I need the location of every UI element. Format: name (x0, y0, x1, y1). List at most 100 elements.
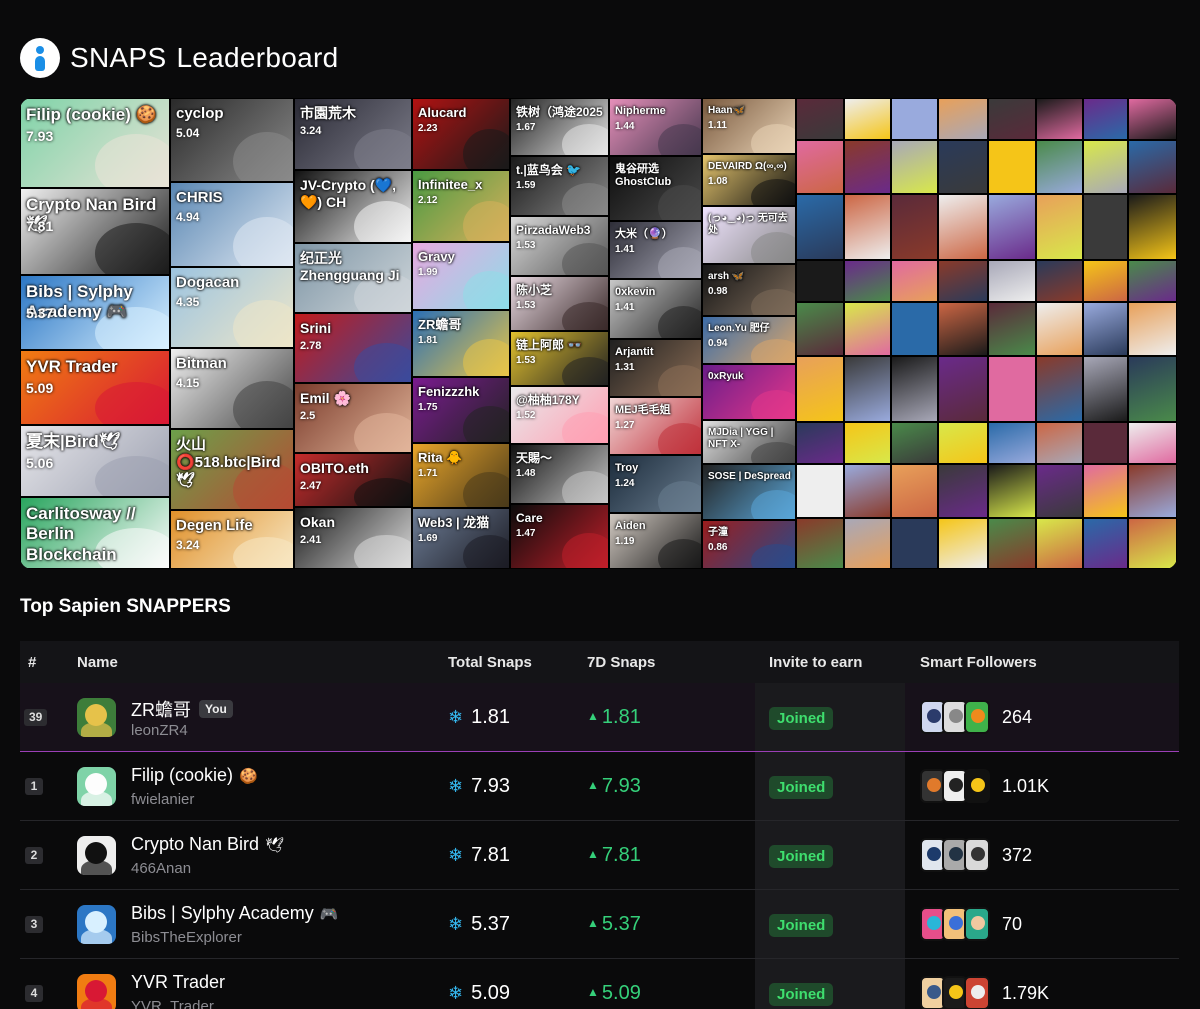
mosaic-tile[interactable]: Nipherme 1.44 (609, 98, 702, 156)
mosaic-tile-small[interactable] (1083, 302, 1128, 356)
table-row[interactable]: 2 Crypto Nan Bird 🕊 466Anan ❄ 7.81 ▲ 7.81… (20, 821, 1179, 890)
mosaic-tile-small[interactable] (1128, 260, 1177, 302)
mosaic-tile-small[interactable] (844, 422, 891, 464)
mosaic-tile-small[interactable] (938, 98, 988, 140)
mosaic-tile-small[interactable] (796, 422, 844, 464)
mosaic-tile-small[interactable] (844, 356, 891, 422)
mosaic-tile-small[interactable] (1083, 140, 1128, 194)
mosaic-tile-small[interactable] (938, 518, 988, 569)
mosaic-tile[interactable]: (っ◕‿◕)っ 无可去处 (702, 206, 796, 264)
mosaic-tile-small[interactable] (988, 140, 1036, 194)
col-total-header[interactable]: Total Snaps (448, 654, 532, 671)
mosaic-tile[interactable]: Haan🦋 1.11 (702, 98, 796, 154)
mosaic-tile[interactable]: Web3 | 龙猫 1.69 (412, 508, 510, 569)
mosaic-tile-small[interactable] (1036, 194, 1083, 260)
mosaic-tile[interactable]: 链上阿郎 👓 1.53 (510, 331, 609, 386)
avatar[interactable] (77, 905, 116, 944)
mosaic-tile[interactable]: 0xRyuk (702, 364, 796, 420)
mosaic-tile-small[interactable] (891, 194, 938, 260)
mosaic-tile[interactable]: Rita 🐥 1.71 (412, 443, 510, 508)
mosaic-tile[interactable]: JV-Crypto (💙,🧡) CH (294, 170, 412, 243)
mosaic-tile[interactable]: Fenizzzhk 1.75 (412, 377, 510, 443)
mosaic-tile-small[interactable] (1036, 356, 1083, 422)
smart-followers[interactable]: 264 (920, 700, 1032, 734)
mosaic-tile[interactable]: 鬼谷研选 GhostClub (609, 156, 702, 221)
mosaic-tile[interactable]: 天賜～ 1.48 (510, 444, 609, 504)
follower-avatar[interactable] (964, 838, 990, 872)
table-row[interactable]: 1 Filip (cookie) 🍪 fwielanier ❄ 7.93 ▲ 7.… (20, 752, 1179, 821)
mosaic-tile-small[interactable] (988, 356, 1036, 422)
mosaic-tile-small[interactable] (891, 140, 938, 194)
mosaic-tile[interactable]: Infinitee_x 2.12 (412, 170, 510, 242)
mosaic-tile-small[interactable] (1128, 356, 1177, 422)
mosaic-tile[interactable]: 铁树（鸿途2025 1.67 (510, 98, 609, 156)
user-name[interactable]: Crypto Nan Bird 🕊 (131, 834, 284, 855)
mosaic-tile-small[interactable] (796, 194, 844, 260)
mosaic-tile-small[interactable] (1036, 464, 1083, 518)
mosaic-tile-small[interactable] (1083, 260, 1128, 302)
avatar[interactable] (77, 974, 116, 1009)
joined-badge[interactable]: Joined (769, 983, 834, 1006)
mosaic-tile-small[interactable] (988, 98, 1036, 140)
mosaic-tile[interactable]: Carlitosway // Berlin Blockchain (20, 497, 170, 569)
mosaic-tile[interactable]: Dogacan 4.35 (170, 267, 294, 348)
mosaic-tile[interactable]: 大米（🔮） 1.41 (609, 221, 702, 279)
mosaic-tile-small[interactable] (1083, 464, 1128, 518)
mosaic-tile-small[interactable] (988, 260, 1036, 302)
mosaic-tile-small[interactable] (1083, 194, 1128, 260)
mosaic-tile[interactable]: t.|蓝鸟会 🐦 1.59 (510, 156, 609, 216)
mosaic-tile[interactable]: CHRIS 4.94 (170, 182, 294, 267)
mosaic-tile[interactable]: Filip (cookie) 🍪 7.93 (20, 98, 170, 188)
mosaic-tile-small[interactable] (796, 464, 844, 518)
mosaic-tile-small[interactable] (988, 464, 1036, 518)
mosaic-tile-small[interactable] (938, 422, 988, 464)
mosaic-tile-small[interactable] (844, 260, 891, 302)
mosaic-tile-small[interactable] (891, 464, 938, 518)
mosaic-tile-small[interactable] (891, 356, 938, 422)
mosaic-tile-small[interactable] (988, 518, 1036, 569)
mosaic-tile-small[interactable] (1036, 260, 1083, 302)
mosaic-tile[interactable]: MEJ毛毛姐 1.27 (609, 397, 702, 455)
mosaic-tile[interactable]: 陈小芝 1.53 (510, 276, 609, 331)
smart-followers[interactable]: 1.79K (920, 976, 1049, 1009)
mosaic-tile[interactable]: Troy 1.24 (609, 455, 702, 513)
mosaic-tile-small[interactable] (844, 98, 891, 140)
mosaic-tile-small[interactable] (796, 260, 844, 302)
mosaic-tile[interactable]: arsh 🦋 0.98 (702, 264, 796, 316)
avatar[interactable] (77, 698, 116, 737)
mosaic-tile-small[interactable] (938, 260, 988, 302)
mosaic-tile-small[interactable] (1083, 98, 1128, 140)
mosaic-tile[interactable]: 0xkevin 1.41 (609, 279, 702, 339)
mosaic-tile[interactable]: 火山 ⭕518.btc|Bird 🕊 (170, 429, 294, 510)
mosaic-tile-small[interactable] (1083, 518, 1128, 569)
smart-followers[interactable]: 372 (920, 838, 1032, 872)
avatar[interactable] (77, 767, 116, 806)
mosaic-tile-small[interactable] (1083, 356, 1128, 422)
mosaic-tile[interactable]: Bitman 4.15 (170, 348, 294, 429)
mosaic-tile-small[interactable] (1036, 140, 1083, 194)
mosaic-tile-small[interactable] (796, 302, 844, 356)
mosaic-tile[interactable]: Degen Life 3.24 (170, 510, 294, 569)
smart-followers[interactable]: 1.01K (920, 769, 1049, 803)
mosaic-tile-small[interactable] (1036, 98, 1083, 140)
joined-badge[interactable]: Joined (769, 707, 834, 730)
mosaic-tile-small[interactable] (844, 140, 891, 194)
follower-avatar[interactable] (964, 769, 990, 803)
mosaic-tile-small[interactable] (1128, 422, 1177, 464)
mosaic-tile-small[interactable] (844, 194, 891, 260)
mosaic-tile-small[interactable] (796, 518, 844, 569)
mosaic-tile[interactable]: Aiden 1.19 (609, 513, 702, 569)
mosaic-tile[interactable]: Bibs | Sylphy Academy 🎮 5.37 (20, 275, 170, 350)
mosaic-tile-small[interactable] (1128, 302, 1177, 356)
joined-badge[interactable]: Joined (769, 776, 834, 799)
mosaic-tile-small[interactable] (1036, 302, 1083, 356)
mosaic-tile-small[interactable] (796, 356, 844, 422)
mosaic-tile[interactable]: Leon.Yu 肥仔 0.94 (702, 316, 796, 364)
mosaic-tile[interactable]: 夏末|Bird🕊 5.06 (20, 425, 170, 497)
mosaic-tile-small[interactable] (891, 422, 938, 464)
table-row[interactable]: 4 YVR Trader YVR_Trader ❄ 5.09 ▲ 5.09 Joi… (20, 959, 1179, 1009)
mosaic-tile-small[interactable] (988, 194, 1036, 260)
mosaic-tile-small[interactable] (938, 140, 988, 194)
mosaic-tile-small[interactable] (938, 194, 988, 260)
mosaic-tile[interactable]: OBITO.eth 2.47 (294, 453, 412, 507)
